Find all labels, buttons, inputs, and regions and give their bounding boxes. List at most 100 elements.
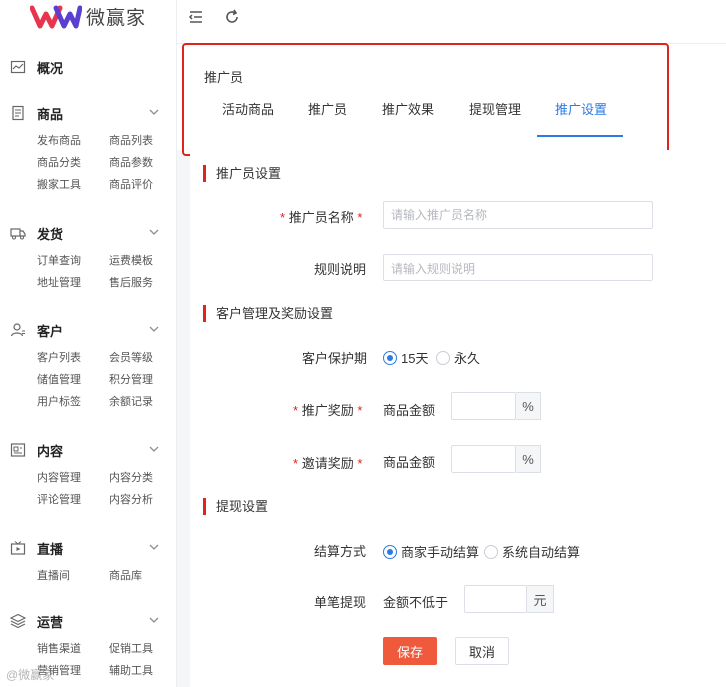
promote-reward-input[interactable] — [451, 392, 516, 420]
sidebar-item-label: 直播 — [37, 541, 64, 557]
single-withdraw-suffix: 元 — [527, 585, 554, 613]
sidebar-item-live[interactable]: 直播 — [0, 535, 176, 561]
settle-manual-radio[interactable]: 商家手动结算 — [383, 542, 479, 561]
chevron-down-icon[interactable] — [147, 322, 161, 336]
settle-auto-radio[interactable]: 系统自动结算 — [484, 542, 580, 561]
truck-icon — [10, 225, 26, 241]
brand-logo[interactable]: 微赢家 — [30, 0, 146, 32]
active-tab-indicator — [537, 135, 623, 137]
sidebar-subitem[interactable]: 搬家工具 — [37, 176, 109, 194]
brand-name: 微赢家 — [86, 7, 147, 29]
invite-reward-input[interactable] — [451, 445, 516, 473]
protect-forever-radio[interactable]: 永久 — [436, 348, 480, 367]
sidebar-subitem[interactable]: 运费模板 — [109, 252, 176, 270]
sidebar-item-products[interactable]: 商品 — [0, 100, 176, 126]
sidebar: 微赢家 概况 商品 发布商品 商品列表 商品分类 商品参数 搬家工具 商品评价 发货 订单查询运… — [0, 0, 177, 687]
rule-textarea[interactable] — [383, 254, 653, 281]
sidebar-item-label: 客户 — [37, 323, 64, 339]
watermark: @微赢家 — [6, 668, 55, 682]
sidebar-subitem[interactable]: 商品分类 — [37, 154, 109, 172]
sidebar-subitem[interactable]: 地址管理 — [37, 274, 109, 292]
chevron-down-icon[interactable] — [147, 105, 161, 119]
section-title-withdraw: 提现设置 — [203, 498, 268, 515]
required-mark: * — [357, 210, 363, 225]
sidebar-item-label: 运营 — [37, 614, 64, 630]
tab-promotion-effect[interactable]: 推广效果 — [382, 100, 434, 137]
sidebar-item-label: 商品 — [37, 106, 64, 122]
sidebar-item-shipping[interactable]: 发货 — [0, 220, 176, 246]
sidebar-item-content[interactable]: 内容 — [0, 437, 176, 463]
content-icon — [10, 442, 26, 458]
chevron-down-icon[interactable] — [147, 540, 161, 554]
save-button[interactable]: 保存 — [383, 637, 437, 665]
chevron-down-icon[interactable] — [147, 613, 161, 627]
sidebar-subitem[interactable]: 内容分析 — [109, 491, 176, 509]
sidebar-subitem[interactable]: 用户标签 — [37, 393, 109, 411]
promote-reward-label-text: 推广奖励 — [301, 403, 354, 418]
sidebar-subitem[interactable]: 订单查询 — [37, 252, 109, 270]
sidebar-subitem[interactable]: 促销工具 — [109, 640, 176, 658]
sidebar-item-label: 发货 — [37, 226, 64, 242]
sidebar-group-content: 内容内容管理 内容分类 评论管理 内容分析 — [0, 437, 176, 509]
sidebar-group-shipping: 发货订单查询 运费模板 地址管理 售后服务 — [0, 220, 176, 292]
invite-reward-suffix: % — [516, 445, 541, 473]
sidebar-subitem[interactable]: 客户列表 — [37, 349, 109, 367]
sidebar-submenu: 发布商品 商品列表 商品分类 商品参数 搬家工具 商品评价 — [0, 132, 176, 194]
required-mark: * — [357, 403, 363, 418]
sidebar-subitem[interactable]: 销售渠道 — [37, 640, 109, 658]
sidebar-subitem[interactable]: 内容管理 — [37, 469, 109, 487]
promote-reward-suffix: % — [516, 392, 541, 420]
required-mark: * — [280, 210, 286, 225]
sidebar-item-overview[interactable]: 概况 — [0, 54, 176, 80]
radio-checked-icon — [383, 544, 397, 559]
sidebar-subitem[interactable]: 商品参数 — [109, 154, 176, 172]
sidebar-submenu: 订单查询 运费模板 地址管理 售后服务 — [0, 252, 176, 292]
section-title-customer: 客户管理及奖励设置 — [203, 305, 333, 322]
sidebar-item-customers[interactable]: 客户 — [0, 317, 176, 343]
document-icon — [10, 105, 26, 121]
menu-collapse-icon[interactable] — [186, 7, 206, 27]
sidebar-subitem[interactable]: 会员等级 — [109, 349, 176, 367]
promote-reward-prefix: 商品金额 — [383, 403, 436, 418]
settle-auto-label: 系统自动结算 — [502, 545, 581, 560]
tab-promotion-settings[interactable]: 推广设置 — [555, 100, 607, 137]
invite-reward-label-text: 邀请奖励 — [301, 456, 354, 471]
single-withdraw-label: 单笔提现 — [314, 595, 367, 610]
sidebar-subitem[interactable]: 商品评价 — [109, 176, 176, 194]
sidebar-subitem[interactable]: 直播间 — [37, 567, 109, 585]
sidebar-item-operations[interactable]: 运营 — [0, 608, 176, 634]
radio-checked-icon — [383, 350, 397, 365]
sidebar-subitem[interactable]: 内容分类 — [109, 469, 176, 487]
cancel-button[interactable]: 取消 — [455, 637, 509, 665]
protect-period-label: 客户保护期 — [302, 351, 368, 366]
promoter-name-input[interactable] — [383, 201, 653, 229]
tab-withdraw-management[interactable]: 提现管理 — [469, 100, 521, 137]
tab-activity-products[interactable]: 活动商品 — [222, 100, 274, 137]
sidebar-group-products: 商品发布商品 商品列表 商品分类 商品参数 搬家工具 商品评价 — [0, 100, 176, 194]
single-withdraw-input[interactable] — [464, 585, 527, 613]
sidebar-subitem[interactable]: 辅助工具 — [109, 662, 176, 680]
refresh-icon[interactable] — [222, 7, 242, 27]
sidebar-subitem[interactable]: 发布商品 — [37, 132, 109, 150]
user-icon — [10, 322, 26, 338]
sidebar-group-live: 直播直播间 商品库 — [0, 535, 176, 585]
sidebar-item-overview-label: 概况 — [37, 60, 64, 76]
sidebar-subitem[interactable]: 售后服务 — [109, 274, 176, 292]
settle-method-label: 结算方式 — [314, 544, 367, 559]
promote-reward-label: * 推广奖励 * — [293, 400, 362, 419]
sidebar-subitem[interactable]: 余额记录 — [109, 393, 176, 411]
chevron-down-icon[interactable] — [147, 225, 161, 239]
sidebar-subitem[interactable]: 商品库 — [109, 567, 176, 585]
sidebar-subitem[interactable]: 储值管理 — [37, 371, 109, 389]
sidebar-submenu: 直播间 商品库 — [0, 567, 176, 585]
protect-forever-label: 永久 — [454, 351, 481, 366]
tab-promoters[interactable]: 推广员 — [308, 100, 347, 137]
tv-icon — [10, 540, 26, 556]
sidebar-subitem[interactable]: 商品列表 — [109, 132, 176, 150]
sidebar-subitem[interactable]: 积分管理 — [109, 371, 176, 389]
page-title: 推广员 — [204, 70, 244, 85]
radio-unchecked-icon — [436, 350, 450, 365]
protect-15days-radio[interactable]: 15天 — [383, 348, 428, 367]
chevron-down-icon[interactable] — [147, 442, 161, 456]
sidebar-subitem[interactable]: 评论管理 — [37, 491, 109, 509]
